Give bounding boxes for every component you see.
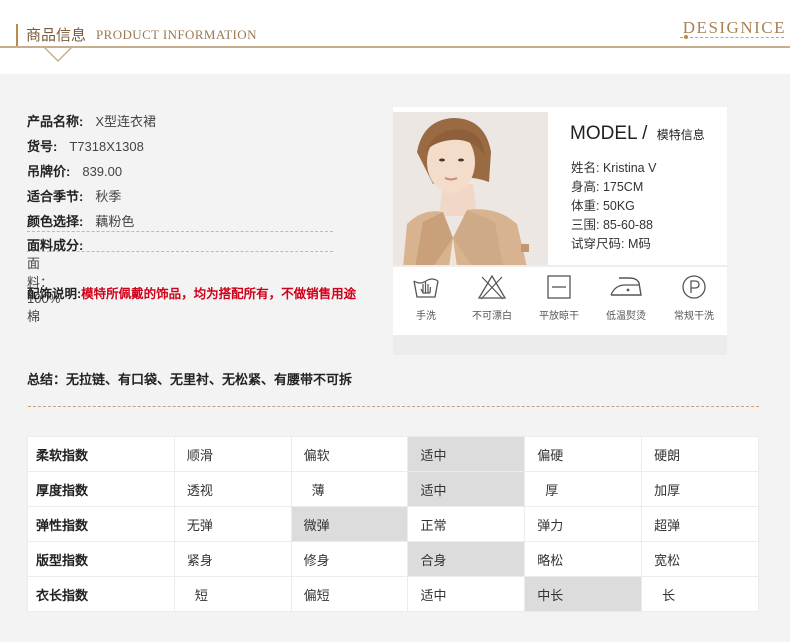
product-sku-value: T7318X1308 xyxy=(69,139,144,154)
index-option: 长 xyxy=(641,576,759,612)
index-option: 适中 xyxy=(407,576,526,612)
product-color-row: 颜色选择: 藕粉色 xyxy=(27,211,134,230)
care-hand-wash: 手洗 xyxy=(393,273,459,322)
index-option: 透视 xyxy=(173,471,292,507)
model-title-en: MODEL xyxy=(570,123,637,144)
info-divider xyxy=(27,231,333,232)
product-sku-row: 货号: T7318X1308 xyxy=(27,136,144,155)
index-option: 偏硬 xyxy=(524,436,643,472)
index-option: 厚 xyxy=(524,471,643,507)
index-label: 衣长指数 xyxy=(27,576,175,612)
dry-flat-icon xyxy=(547,275,571,299)
model-size: 试穿尺码: M码 xyxy=(571,237,651,251)
info-divider xyxy=(27,251,333,252)
product-name-row: 产品名称: X型连衣裙 xyxy=(27,111,156,130)
model-title: MODEL / 模特信息 xyxy=(570,123,705,145)
index-option: 适中 xyxy=(407,436,526,472)
product-sku-label: 货号: xyxy=(27,139,58,154)
product-season-label: 适合季节: xyxy=(27,189,84,204)
summary-text: 总结：无拉链、有口袋、无里衬、无松紧、有腰带不可拆 xyxy=(27,372,353,387)
product-name-value: X型连衣裙 xyxy=(95,114,157,129)
model-height: 身高: 175CM xyxy=(571,180,644,194)
index-option: 薄 xyxy=(290,471,409,507)
index-option: 紧身 xyxy=(173,541,292,577)
header-title-en: PRODUCT INFORMATION xyxy=(96,27,257,42)
index-option: 无弹 xyxy=(173,506,292,542)
product-color-value: 藕粉色 xyxy=(95,214,135,229)
table-row: 厚度指数 透视 薄 适中 厚 加厚 xyxy=(27,471,759,507)
model-stats: 姓名: Kristina V 身高: 175CM 体重: 50KG 三围: 85… xyxy=(571,157,656,252)
table-row: 柔软指数 顺滑 偏软 适中 偏硬 硬朗 xyxy=(27,436,759,472)
fabric-index-table: 柔软指数 顺滑 偏软 适中 偏硬 硬朗 厚度指数 透视 薄 适中 厚 加厚 弹性… xyxy=(27,436,759,612)
care-strip-footer xyxy=(393,335,727,355)
index-option: 正常 xyxy=(407,506,526,542)
model-title-separator: / xyxy=(642,123,648,144)
index-option: 加厚 xyxy=(641,471,759,507)
index-option: 略松 xyxy=(524,541,643,577)
index-option: 偏软 xyxy=(290,436,409,472)
index-option: 硬朗 xyxy=(641,436,759,472)
product-price-row: 吊牌价: 839.00 xyxy=(27,161,122,180)
care-label: 手洗 xyxy=(416,311,436,322)
care-dry-clean: 常规干洗 xyxy=(661,273,727,322)
brand-logo: DESIGNICE xyxy=(682,18,786,37)
index-label: 弹性指数 xyxy=(27,506,175,542)
summary-divider xyxy=(28,406,759,407)
model-weight: 体重: 50KG xyxy=(571,199,635,213)
care-low-iron: 低温熨烫 xyxy=(593,273,659,322)
hand-wash-icon xyxy=(413,278,439,298)
index-option: 短 xyxy=(173,576,292,612)
product-color-label: 颜色选择: xyxy=(27,214,84,229)
accessory-note: 模特所佩戴的饰品，均为搭配所有，不做销售用途 xyxy=(81,287,357,301)
index-option: 适中 xyxy=(407,471,526,507)
index-option: 弹力 xyxy=(524,506,643,542)
accessory-label: 配饰说明: xyxy=(27,287,82,301)
care-label: 平放晾干 xyxy=(539,311,579,322)
care-label: 不可漂白 xyxy=(472,311,512,322)
care-dry-flat: 平放晾干 xyxy=(526,273,592,322)
no-bleach-icon xyxy=(477,274,507,300)
index-label: 柔软指数 xyxy=(27,436,175,472)
index-option: 偏短 xyxy=(290,576,409,612)
product-price-label: 吊牌价: xyxy=(27,164,71,179)
dry-clean-icon xyxy=(682,275,706,299)
index-label: 版型指数 xyxy=(27,541,175,577)
table-row: 衣长指数 短 偏短 适中 中长 长 xyxy=(27,576,759,612)
product-season-value: 秋季 xyxy=(95,189,122,204)
product-season-row: 适合季节: 秋季 xyxy=(27,186,121,205)
index-option: 合身 xyxy=(407,541,526,577)
table-row: 弹性指数 无弹 微弹 正常 弹力 超弹 xyxy=(27,506,759,542)
model-measurements: 三围: 85-60-88 xyxy=(571,218,653,232)
model-panel: MODEL / 模特信息 姓名: Kristina V 身高: 175CM 体重… xyxy=(393,107,727,355)
table-row: 版型指数 紧身 修身 合身 略松 宽松 xyxy=(27,541,759,577)
model-title-cn: 模特信息 xyxy=(656,128,705,142)
low-iron-icon xyxy=(610,277,642,296)
product-price-value: 839.00 xyxy=(82,164,123,179)
care-no-bleach: 不可漂白 xyxy=(459,273,525,322)
index-option: 顺滑 xyxy=(173,436,292,472)
care-label: 常规干洗 xyxy=(674,311,714,322)
header-underline xyxy=(0,46,790,48)
care-label: 低温熨烫 xyxy=(606,311,646,322)
model-photo xyxy=(393,112,548,267)
index-option: 中长 xyxy=(524,576,643,612)
index-option: 超弹 xyxy=(641,506,759,542)
index-option: 微弹 xyxy=(290,506,409,542)
product-name-label: 产品名称: xyxy=(27,114,84,129)
index-label: 厚度指数 xyxy=(27,471,175,507)
brand-underline xyxy=(680,37,784,38)
care-instructions: 手洗 不可漂白 平放晾干 低温熨烫 常规干洗 xyxy=(393,265,727,333)
index-option: 修身 xyxy=(290,541,409,577)
model-name: 姓名: Kristina V xyxy=(571,161,657,175)
section-header: 商品信息 PRODUCT INFORMATION DESIGNICE xyxy=(0,0,790,74)
header-accent-bar xyxy=(16,24,18,46)
product-accessory-row: 配饰说明:模特所佩戴的饰品，均为搭配所有，不做销售用途 xyxy=(27,283,356,302)
header-title-cn: 商品信息 xyxy=(26,26,87,44)
index-option: 宽松 xyxy=(641,541,759,577)
